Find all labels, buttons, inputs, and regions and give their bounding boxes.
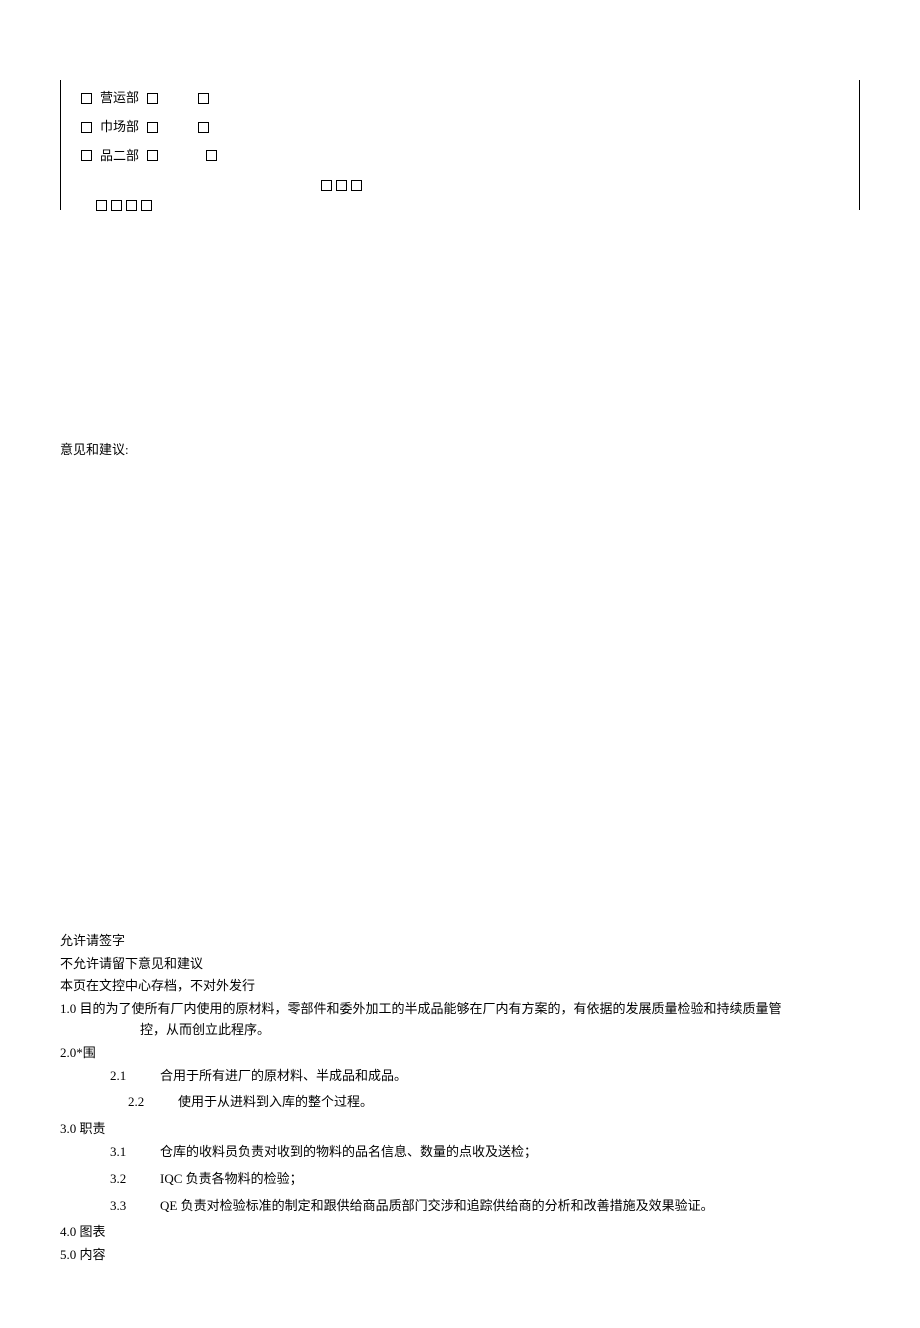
checkbox-label-2: 巾场部 [100, 117, 139, 138]
checkbox-row-1: 营运部 [81, 88, 839, 109]
checkbox-icon[interactable] [147, 93, 158, 104]
checkbox-icon[interactable] [126, 200, 137, 211]
checkbox-icon[interactable] [198, 122, 209, 133]
sub-num: 3.3 [110, 1196, 160, 1217]
section-1-heading: 1.0 目的为了使所有厂内使用的原材料，零部件和委外加工的半成品能够在厂内有方案… [60, 999, 860, 1020]
checkbox-icon[interactable] [141, 200, 152, 211]
sub-num: 2.2 [128, 1092, 178, 1113]
content-section: 允许请签字 不允许请留下意见和建议 本页在文控中心存档，不对外发行 1.0 目的… [60, 931, 860, 1266]
checkbox-row-3: 品二部 [81, 146, 839, 167]
sub-num: 2.1 [110, 1066, 160, 1087]
checkbox-icon[interactable] [147, 150, 158, 161]
feedback-heading: 意见和建议: [60, 440, 860, 461]
checkbox-icon[interactable] [321, 180, 332, 191]
checkbox-icon[interactable] [81, 150, 92, 161]
checkbox-icon[interactable] [81, 122, 92, 133]
checkbox-row-2: 巾场部 [81, 117, 839, 138]
section-3-item-3: 3.3 QE 负责对检验标准的制定和跟供给商品质部门交涉和追踪供给商的分析和改善… [60, 1196, 860, 1217]
feedback-section: 意见和建议: [60, 440, 860, 461]
section-2-item-1: 2.1 合用于所有进厂的原材料、半成品和成品。 [60, 1066, 860, 1087]
sub-text: QE 负责对检验标准的制定和跟供给商品质部门交涉和追踪供给商的分析和改善措施及效… [160, 1196, 860, 1217]
section-1: 1.0 目的为了使所有厂内使用的原材料，零部件和委外加工的半成品能够在厂内有方案… [60, 999, 860, 1041]
document-page: 营运部 巾场部 品二部 [0, 0, 920, 1328]
checkbox-label-1: 营运部 [100, 88, 139, 109]
section-3-item-2: 3.2 IQC 负责各物料的检验； [60, 1169, 860, 1190]
section-3-heading: 3.0 职责 [60, 1119, 860, 1140]
sub-num: 3.1 [110, 1142, 160, 1163]
sub-text: 仓库的收料员负责对收到的物料的品名信息、数量的点收及送检； [160, 1142, 860, 1163]
checkbox-icon[interactable] [206, 150, 217, 161]
extra-checkbox-group [321, 180, 362, 191]
bottom-checkbox-group [96, 200, 152, 211]
section-4-heading: 4.0 图表 [60, 1222, 860, 1243]
section-5-heading: 5.0 内容 [60, 1245, 860, 1266]
sub-text: IQC 负责各物料的检验； [160, 1169, 860, 1190]
section-2-heading: 2.0*围 [60, 1043, 860, 1064]
checkbox-icon[interactable] [198, 93, 209, 104]
sub-text: 合用于所有进厂的原材料、半成品和成品。 [160, 1066, 860, 1087]
checkbox-icon[interactable] [96, 200, 107, 211]
checkbox-icon[interactable] [147, 122, 158, 133]
signature-line-3: 本页在文控中心存档，不对外发行 [60, 976, 860, 997]
checkbox-icon[interactable] [81, 93, 92, 104]
checkbox-icon[interactable] [351, 180, 362, 191]
sub-num: 3.2 [110, 1169, 160, 1190]
section-2-item-2: 2.2 使用于从进料到入库的整个过程。 [60, 1092, 860, 1113]
section-3-item-1: 3.1 仓库的收料员负责对收到的物料的品名信息、数量的点收及送检； [60, 1142, 860, 1163]
checkbox-label-3: 品二部 [100, 146, 139, 167]
checkbox-section: 营运部 巾场部 品二部 [60, 80, 860, 210]
section-1-cont: 控，从而创立此程序。 [60, 1020, 860, 1041]
signature-line-1: 允许请签字 [60, 931, 860, 952]
sub-text: 使用于从进料到入库的整个过程。 [178, 1092, 860, 1113]
checkbox-icon[interactable] [111, 200, 122, 211]
signature-line-2: 不允许请留下意见和建议 [60, 954, 860, 975]
checkbox-icon[interactable] [336, 180, 347, 191]
